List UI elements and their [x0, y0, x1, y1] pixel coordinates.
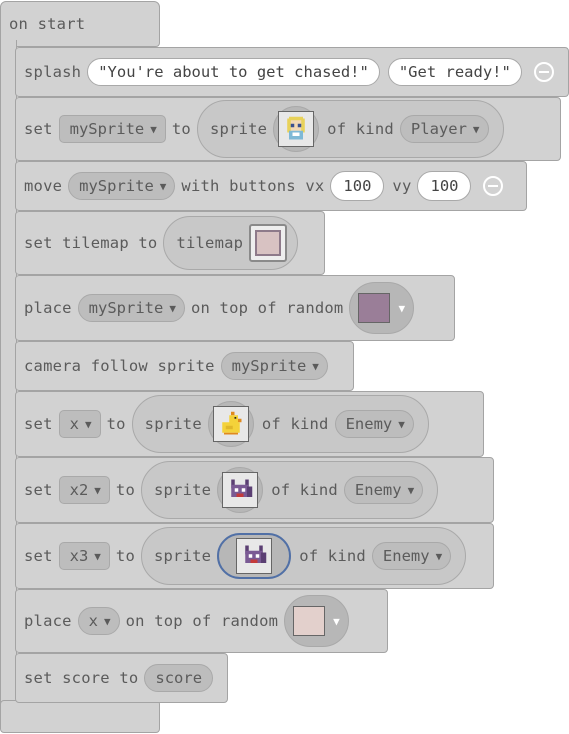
chevron-down-icon: ▼ [84, 417, 92, 431]
chevron-down-icon: ▼ [312, 359, 319, 373]
kind-dropdown[interactable]: Player ▼ [399, 115, 489, 143]
variable-dropdown[interactable]: mySprite ▼ [220, 352, 328, 380]
set-x3-block[interactable]: set x3 ▼ to sprite of kind Enemy ▼ [15, 523, 494, 589]
of-kind-label: of kind [261, 415, 329, 433]
variable-dropdown[interactable]: mySprite ▼ [58, 115, 166, 143]
move-block[interactable]: move mySprite ▼ with buttons vx 100 vy 10… [15, 161, 527, 211]
vx-input[interactable]: 100 [330, 171, 385, 201]
sprite-of-kind-reporter[interactable]: sprite of kind Enemy ▼ [140, 461, 439, 519]
vy-input[interactable]: 100 [417, 171, 472, 201]
set-label: set [24, 120, 53, 138]
set-x2-block[interactable]: set x2 ▼ to sprite of kind Enemy ▼ [15, 457, 494, 523]
score-reporter[interactable]: score [144, 664, 214, 692]
chevron-down-icon: ▼ [159, 179, 167, 193]
kind-dropdown[interactable]: Enemy ▼ [334, 410, 414, 438]
tile-swatch [293, 606, 326, 636]
set-tilemap-block[interactable]: set tilemap to tilemap [15, 211, 325, 275]
sprite-image-picker[interactable] [217, 533, 292, 579]
chevron-down-icon: ▼ [169, 301, 176, 315]
to-label: to [171, 120, 191, 138]
tilemap-image-icon[interactable] [249, 224, 288, 262]
set-tilemap-label: set tilemap to [24, 234, 158, 252]
splash-subtitle-input[interactable]: "Get ready!" [387, 58, 522, 86]
set-label: set [24, 481, 53, 499]
on-top-of-random-label: on top of random [190, 299, 344, 317]
camera-follow-label: camera follow sprite [24, 357, 215, 375]
duck-sprite-icon [212, 406, 249, 442]
variable-dropdown[interactable]: x ▼ [58, 410, 101, 438]
move-label: move [24, 177, 63, 195]
of-kind-label: of kind [299, 547, 366, 565]
chevron-down-icon: ▼ [398, 417, 405, 431]
sprite-label: sprite [153, 547, 212, 565]
on-start-block[interactable]: on start [0, 1, 160, 47]
place-sprite-block[interactable]: place mySprite ▼ on top of random ▼ [15, 275, 455, 341]
variable-dropdown[interactable]: x2 ▼ [58, 476, 110, 504]
camera-follow-block[interactable]: camera follow sprite mySprite ▼ [15, 341, 354, 391]
sprite-of-kind-reporter[interactable]: sprite of kind Player ▼ [196, 100, 504, 158]
to-label: to [106, 415, 126, 433]
set-score-block[interactable]: set score to score [15, 653, 228, 703]
chevron-down-icon: ▼ [398, 301, 406, 315]
kind-dropdown[interactable]: Enemy ▼ [371, 542, 452, 570]
place-x-block[interactable]: place x ▼ on top of random ▼ [15, 589, 388, 653]
player-sprite-icon [278, 111, 315, 147]
of-kind-label: of kind [327, 120, 394, 138]
place-label: place [24, 612, 72, 630]
place-label: place [24, 299, 72, 317]
tile-picker-dropdown[interactable]: ▼ [284, 595, 349, 647]
chevron-down-icon: ▼ [333, 614, 340, 628]
sprite-of-kind-reporter[interactable]: sprite of kind Enemy ▼ [131, 395, 429, 453]
sprite-label: sprite [153, 481, 212, 499]
remove-argument-icon[interactable] [483, 176, 504, 196]
variable-dropdown[interactable]: mySprite ▼ [77, 294, 185, 322]
chevron-down-icon: ▼ [407, 483, 415, 497]
variable-dropdown[interactable]: x3 ▼ [58, 542, 110, 570]
kind-dropdown[interactable]: Enemy ▼ [343, 476, 424, 504]
on-start-footer [0, 700, 160, 733]
tilemap-label: tilemap [176, 234, 244, 252]
tilemap-reporter[interactable]: tilemap [163, 216, 299, 270]
set-score-label: set score to [24, 669, 139, 687]
sprite-image-picker[interactable] [273, 106, 320, 152]
bat-sprite-icon [222, 472, 259, 508]
with-buttons-vx-label: with buttons vx [181, 177, 325, 195]
tile-picker-dropdown[interactable]: ▼ [349, 282, 415, 334]
chevron-down-icon: ▼ [94, 549, 101, 563]
splash-label: splash [24, 63, 82, 81]
to-label: to [115, 547, 135, 565]
splash-block[interactable]: splash "You're about to get chased!" "Ge… [15, 47, 569, 97]
sprite-image-picker[interactable] [207, 401, 254, 447]
chevron-down-icon: ▼ [94, 483, 101, 497]
sprite-of-kind-reporter[interactable]: sprite of kind Enemy ▼ [140, 527, 467, 585]
bat-sprite-icon [236, 538, 273, 574]
set-player-block[interactable]: set mySprite ▼ to sprite of kind Player … [15, 97, 561, 161]
on-top-of-random-label: on top of random [125, 612, 279, 630]
of-kind-label: of kind [271, 481, 338, 499]
variable-dropdown[interactable]: mySprite ▼ [68, 172, 176, 200]
remove-argument-icon[interactable] [533, 62, 554, 82]
on-start-label: on start [9, 15, 86, 33]
set-x-block[interactable]: set x ▼ to sprite of kind Enemy ▼ [15, 391, 484, 457]
vy-label: vy [392, 177, 412, 195]
splash-title-input[interactable]: "You're about to get chased!" [87, 58, 380, 86]
chevron-down-icon: ▼ [104, 614, 111, 628]
variable-dropdown[interactable]: x ▼ [77, 607, 120, 635]
tile-swatch [358, 293, 391, 323]
chevron-down-icon: ▼ [435, 549, 443, 563]
sprite-image-picker[interactable] [217, 467, 264, 513]
to-label: to [115, 481, 135, 499]
chevron-down-icon: ▼ [472, 122, 480, 136]
sprite-label: sprite [144, 415, 202, 433]
sprite-label: sprite [209, 120, 268, 138]
chevron-down-icon: ▼ [150, 122, 157, 136]
set-label: set [24, 547, 53, 565]
set-label: set [24, 415, 53, 433]
